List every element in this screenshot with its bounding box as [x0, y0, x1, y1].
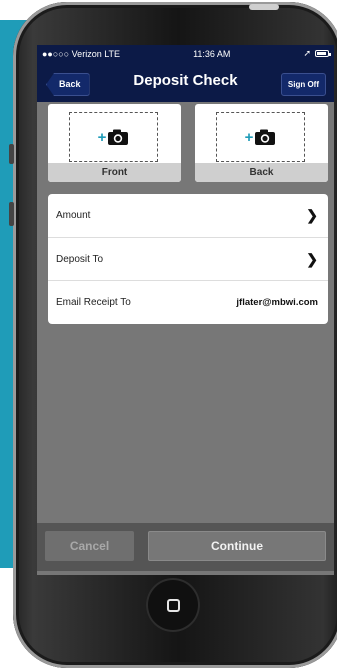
home-button-icon[interactable]	[146, 578, 200, 632]
deposit-to-row[interactable]: Deposit To ❯	[48, 237, 328, 280]
phone-speaker	[249, 4, 279, 10]
status-bar: ●●○○○ Verizon LTE 11:36 AM ➚	[37, 45, 334, 62]
action-bar: Cancel Continue	[37, 523, 334, 571]
back-capture-card[interactable]: + Back	[195, 104, 328, 182]
email-value: jflater@mbwi.com	[236, 296, 318, 308]
check-capture-area: + Front + Back	[48, 102, 328, 182]
cancel-button[interactable]: Cancel	[45, 531, 134, 561]
amount-label: Amount	[56, 210, 91, 221]
email-receipt-label: Email Receipt To	[56, 296, 131, 308]
email-receipt-row[interactable]: Email Receipt To jflater@mbwi.com	[48, 280, 328, 323]
back-label: Back	[195, 163, 328, 182]
back-capture-frame[interactable]: +	[216, 112, 305, 162]
front-capture-card[interactable]: + Front	[48, 104, 181, 182]
home-square-icon	[166, 598, 180, 612]
deposit-to-label: Deposit To	[56, 253, 104, 265]
location-icon: ➚	[303, 48, 311, 58]
battery-icon	[314, 50, 331, 57]
continue-button[interactable]: Continue	[148, 531, 326, 561]
amount-row[interactable]: Amount ❯	[48, 194, 328, 237]
front-capture-frame[interactable]: +	[69, 112, 158, 162]
camera-icon: +	[98, 129, 130, 146]
deposit-form-list: Amount ❯ Deposit To ❯ Email Receipt To j…	[48, 194, 328, 324]
chevron-right-icon: ❯	[306, 250, 318, 267]
mute-switch	[9, 144, 14, 164]
navigation-bar: Back Deposit Check Sign Off	[37, 62, 334, 102]
clock: 11:36 AM	[193, 48, 231, 59]
app-screen: ●●○○○ Verizon LTE 11:36 AM ➚ Back Deposi…	[37, 45, 334, 575]
volume-button	[9, 202, 14, 226]
sign-off-button[interactable]: Sign Off	[280, 73, 326, 96]
chevron-right-icon: ❯	[306, 207, 318, 223]
camera-icon: +	[245, 129, 277, 146]
carrier-label: ●●○○○ Verizon LTE	[42, 48, 121, 59]
front-label: Front	[48, 163, 181, 182]
